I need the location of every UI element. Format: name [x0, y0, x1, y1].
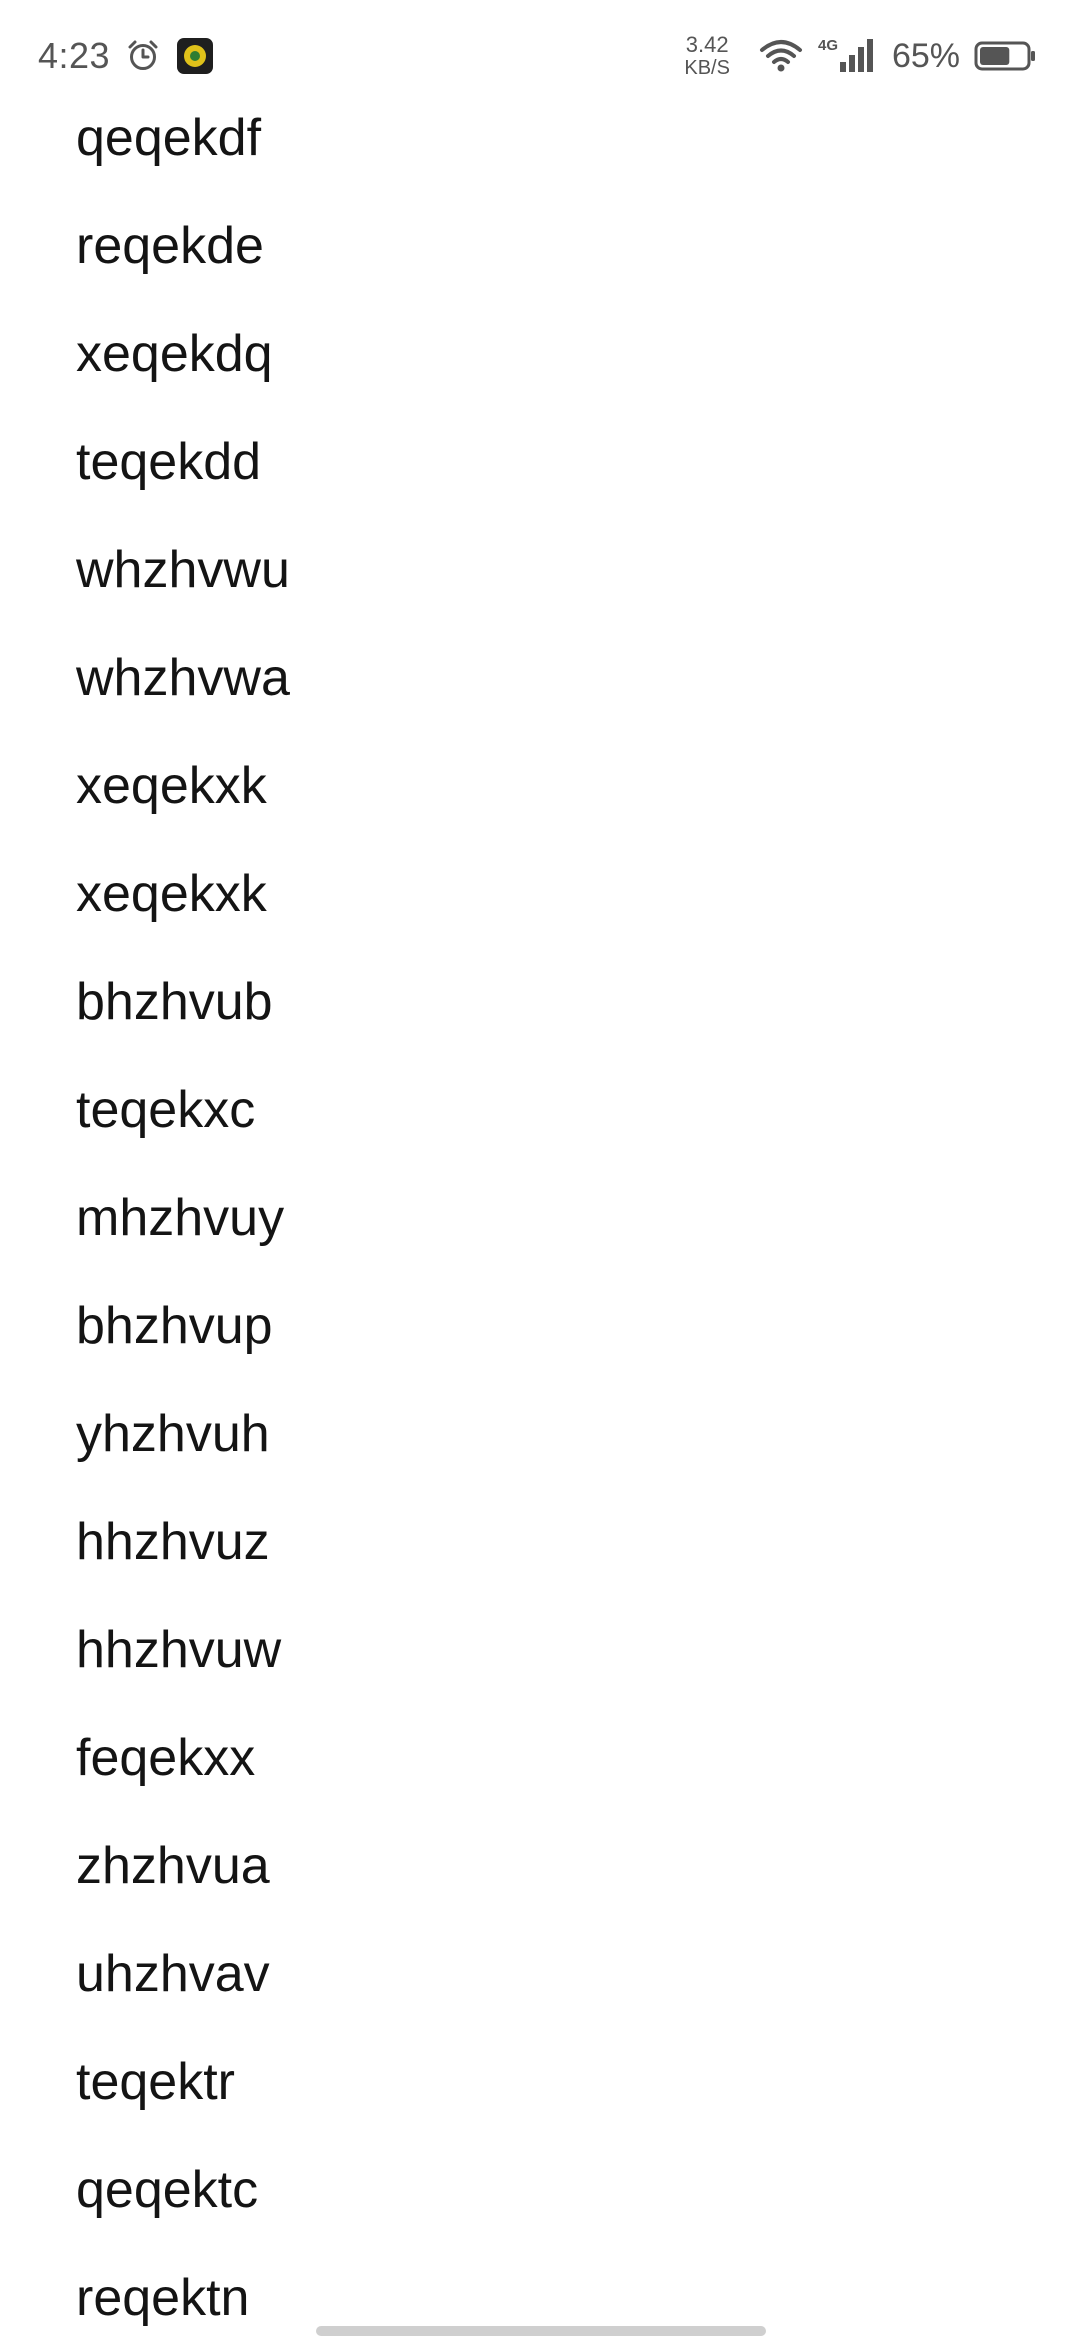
list-item[interactable]: xeqekxk — [76, 868, 267, 976]
list-item[interactable]: teqektr — [76, 2056, 235, 2164]
status-time: 4:23 — [38, 35, 111, 76]
list-item[interactable]: reqektn — [76, 2272, 249, 2340]
list-item[interactable]: feqekxx — [76, 1732, 255, 1840]
item-list[interactable]: qeqekdf reqekde xeqekdq teqekdd whzhvwu … — [0, 0, 1080, 2340]
list-item[interactable]: mhzhvuy — [76, 1192, 284, 1300]
list-item[interactable]: qeqekdf — [76, 112, 261, 220]
list-item[interactable]: teqekdd — [76, 436, 261, 544]
list-item[interactable]: reqekde — [76, 220, 264, 328]
wifi-icon — [758, 38, 804, 74]
list-item[interactable]: whzhvwu — [76, 544, 290, 652]
list-item[interactable]: whzhvwa — [76, 652, 290, 760]
list-item[interactable]: hhzhvuz — [76, 1516, 270, 1624]
battery-percent: 65% — [891, 36, 960, 75]
app-notification-icon — [176, 37, 214, 75]
gesture-navigation-bar[interactable] — [316, 2326, 766, 2336]
list-item[interactable]: xeqekdq — [76, 328, 273, 436]
list-item[interactable]: uhzhvav — [76, 1948, 270, 2056]
cellular-signal-icon: 4G — [818, 36, 876, 76]
list-item[interactable]: xeqekxk — [76, 760, 267, 868]
list-item[interactable]: teqekxc — [76, 1084, 255, 1192]
battery-icon — [974, 40, 1036, 72]
alarm-clock-icon — [126, 39, 160, 73]
screen: qeqekdf reqekde xeqekdq teqekdd whzhvwu … — [0, 0, 1080, 2340]
network-speed-value: 3.42 — [685, 32, 729, 57]
network-speed: 3.42 KB/S — [684, 32, 730, 79]
network-type-label: 4G — [818, 37, 838, 54]
status-left: 4:23 — [38, 30, 214, 82]
list-item[interactable]: bhzhvup — [76, 1300, 273, 1408]
list-item[interactable]: qeqektc — [76, 2164, 258, 2272]
status-bar: 4:23 3.42 KB/S 4G 65% — [0, 0, 1080, 112]
status-right: 3.42 KB/S 4G 65% — [684, 28, 1036, 84]
network-speed-unit: KB/S — [684, 57, 730, 79]
list-item[interactable]: yhzhvuh — [76, 1408, 270, 1516]
list-item[interactable]: zhzhvua — [76, 1840, 270, 1948]
list-item[interactable]: bhzhvub — [76, 976, 273, 1084]
list-item[interactable]: hhzhvuw — [76, 1624, 281, 1732]
